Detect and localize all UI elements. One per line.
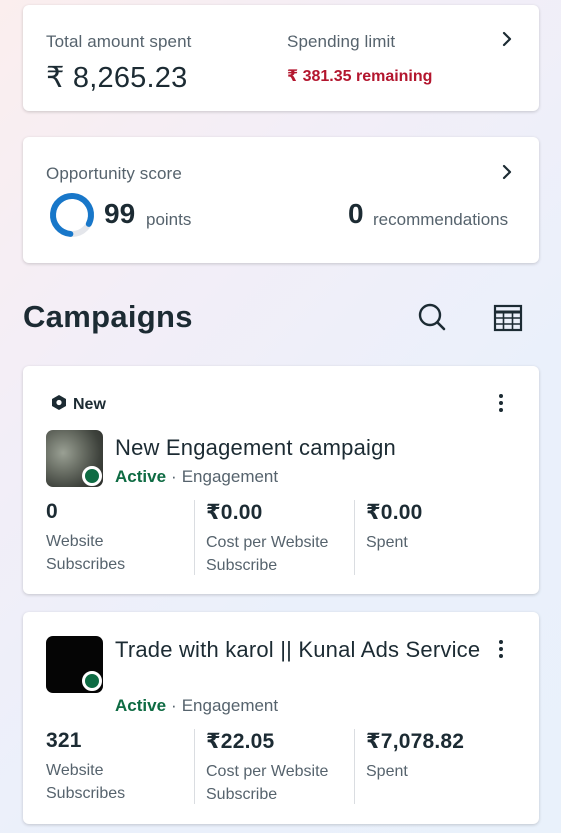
table-view-icon[interactable]: [493, 304, 523, 332]
metric-divider: [354, 500, 355, 575]
active-status-dot: [82, 466, 102, 486]
status-separator: ·: [171, 467, 177, 486]
metric-results: 321 Website Subscribes: [46, 729, 194, 804]
campaign-card[interactable]: New New Engagement campaign Active · Engag…: [23, 366, 539, 594]
score-ring-icon: [49, 192, 95, 238]
metric-label: Spent: [366, 763, 408, 780]
hexagon-badge-icon: [51, 394, 67, 416]
chevron-right-icon[interactable]: [499, 164, 515, 180]
metric-value: ₹7,078.82: [366, 730, 465, 753]
metric-spent: ₹0.00 Spent: [366, 500, 516, 575]
total-spent-label: Total amount spent: [46, 32, 192, 51]
spending-limit-label: Spending limit: [287, 32, 396, 51]
campaign-objective: Engagement: [181, 696, 279, 715]
opportunity-score-card[interactable]: Opportunity score 99 points 0 recommenda…: [23, 137, 539, 263]
metric-divider: [354, 729, 355, 804]
new-badge-label: New: [73, 396, 106, 413]
campaign-metrics: 0 Website Subscribes ₹0.00 Cost per Webs…: [46, 500, 516, 575]
metric-value: ₹0.00: [206, 501, 263, 524]
campaign-metrics: 321 Website Subscribes ₹22.05 Cost per W…: [46, 729, 516, 804]
campaign-status: Active: [115, 696, 167, 715]
chevron-right-icon[interactable]: [499, 31, 515, 47]
metric-label: Website Subscribes: [46, 533, 126, 573]
opportunity-points-unit: points: [146, 210, 192, 229]
search-icon[interactable]: [417, 302, 447, 332]
new-badge: New: [51, 394, 106, 416]
recommendations-count: 0: [348, 198, 364, 229]
metric-label: Cost per Website Subscribe: [206, 763, 329, 803]
metric-label: Cost per Website Subscribe: [206, 534, 329, 574]
campaigns-heading: Campaigns: [23, 299, 193, 334]
metric-value: ₹22.05: [206, 730, 275, 753]
metric-value: ₹0.00: [366, 501, 423, 524]
status-separator: ·: [171, 696, 177, 715]
metric-divider: [194, 500, 195, 575]
campaign-name[interactable]: Trade with karol || Kunal Ads Service: [115, 635, 495, 664]
metric-cost-per-result: ₹0.00 Cost per Website Subscribe: [206, 500, 356, 575]
metric-value: 0: [46, 500, 58, 523]
metric-cost-per-result: ₹22.05 Cost per Website Subscribe: [206, 729, 356, 804]
metric-value: 321: [46, 729, 82, 752]
more-vertical-icon[interactable]: [493, 638, 509, 660]
metric-label: Spent: [366, 534, 408, 551]
campaign-name[interactable]: New Engagement campaign: [115, 433, 495, 462]
more-vertical-icon[interactable]: [493, 392, 509, 414]
metric-spent: ₹7,078.82 Spent: [366, 729, 516, 804]
total-spent-value: ₹ 8,265.23: [46, 62, 188, 94]
metric-divider: [194, 729, 195, 804]
campaign-card[interactable]: Trade with karol || Kunal Ads Service Ac…: [23, 612, 539, 824]
opportunity-points-value: 99: [104, 198, 136, 229]
spending-summary-card[interactable]: Total amount spent ₹ 8,265.23 Spending l…: [23, 5, 539, 111]
campaign-objective: Engagement: [181, 467, 279, 486]
campaign-status-line: Active · Engagement: [115, 467, 278, 487]
active-status-dot: [82, 671, 102, 691]
opportunity-score-label: Opportunity score: [46, 164, 182, 183]
spending-limit-remaining: ₹ 381.35 remaining: [287, 68, 433, 85]
metric-results: 0 Website Subscribes: [46, 500, 194, 575]
campaign-status-line: Active · Engagement: [115, 696, 278, 716]
campaign-status: Active: [115, 467, 167, 486]
metric-label: Website Subscribes: [46, 762, 126, 802]
recommendations-label: recommendations: [373, 210, 509, 229]
